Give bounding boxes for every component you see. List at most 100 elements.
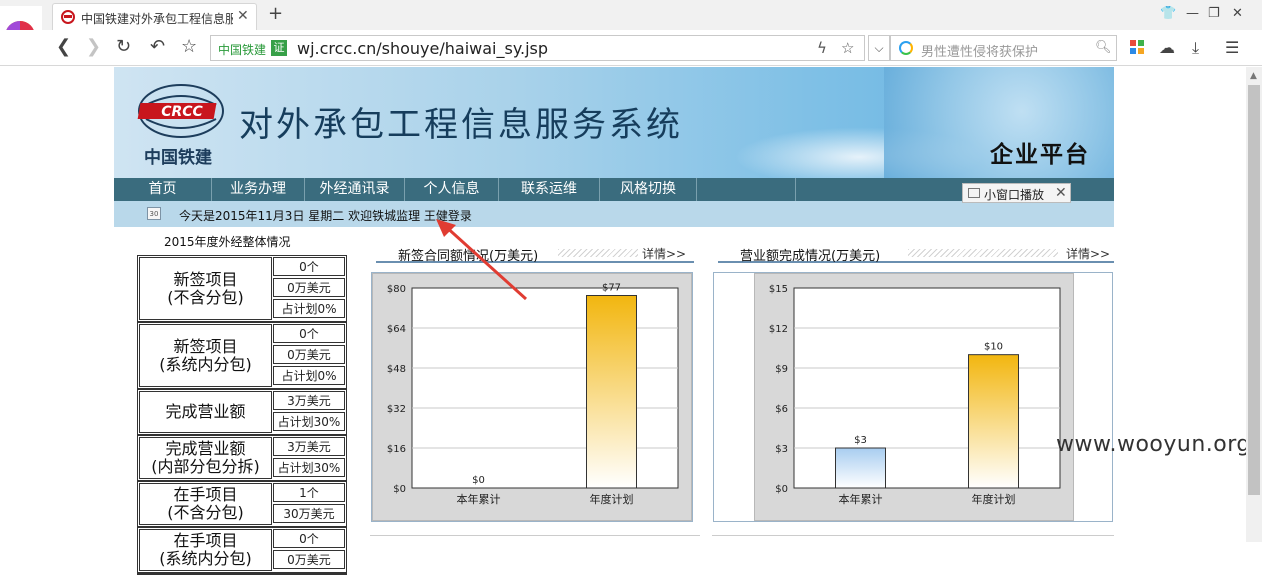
search-engine-icon[interactable] xyxy=(899,41,913,55)
summary-table: 新签项目 (不含分包) 0个 0万美元 占计划0% 新签项目 (系统内分包) 0个 0万美元… xyxy=(137,255,347,575)
menu-item-support[interactable]: 联系运维 xyxy=(499,178,600,201)
minimize-icon[interactable]: — xyxy=(1186,6,1199,21)
summary-group-name: 新签项目 (不含分包) xyxy=(139,257,272,320)
apps-grid-icon[interactable] xyxy=(1130,40,1144,54)
revenue-details-link[interactable]: 详情>> xyxy=(1066,245,1110,262)
bar xyxy=(586,295,637,489)
navigation-bar: ❮ ❯ ↻ ↶ ☆ 中国铁建 证 wj.crcc.cn/shouye/haiwa… xyxy=(0,30,1262,66)
page-scrollbar[interactable]: ▲ xyxy=(1246,67,1262,542)
summary-group: 在手项目 (不含分包) 1个 30万美元 xyxy=(138,482,346,528)
welcome-text: 今天是2015年11月3日 星期二 欢迎铁城监理 王健登录 xyxy=(179,209,472,223)
back-icon[interactable]: ❮ xyxy=(56,37,71,57)
crcc-favicon-icon xyxy=(61,10,75,24)
summary-value: 占计划0% xyxy=(273,299,345,318)
mini-player-popup[interactable]: 小窗口播放 ✕ xyxy=(962,183,1071,203)
y-tick-label: $9 xyxy=(775,364,788,375)
watermark-text: www.wooyun.org xyxy=(1056,432,1251,457)
address-dropdown-icon[interactable]: ⌵ xyxy=(868,35,890,61)
y-tick-label: $6 xyxy=(775,404,788,415)
url-text[interactable]: wj.crcc.cn/shouye/haiwai_sy.jsp xyxy=(297,39,548,58)
download-icon[interactable]: ⤓ xyxy=(1192,38,1199,58)
menu-item-empty xyxy=(697,178,796,201)
summary-value: 0万美元 xyxy=(273,550,345,569)
summary-group-name: 完成营业额 (内部分包分拆) xyxy=(139,437,272,479)
tab-close-icon[interactable]: ✕ xyxy=(237,8,249,24)
undo-close-icon[interactable]: ↶ xyxy=(150,37,165,57)
menu-item-directory[interactable]: 外经通讯录 xyxy=(305,178,405,201)
menu-item-personal[interactable]: 个人信息 xyxy=(405,178,499,201)
site-identity[interactable]: 中国铁建 xyxy=(218,41,266,58)
skin-icon[interactable]: 👕 xyxy=(1160,6,1176,21)
summary-group-name: 新签项目 (系统内分包) xyxy=(139,324,272,387)
bookmark-star-icon[interactable]: ☆ xyxy=(181,37,197,57)
summary-group: 新签项目 (系统内分包) 0个 0万美元 占计划0% xyxy=(138,323,346,390)
mini-player-label[interactable]: 小窗口播放 xyxy=(984,186,1044,203)
summary-group: 新签项目 (不含分包) 0个 0万美元占计划0% xyxy=(138,256,346,323)
y-tick-label: $48 xyxy=(387,364,406,375)
search-icon[interactable]: 🔍︎ xyxy=(1095,40,1112,55)
x-category-label: 本年累计 xyxy=(457,492,501,506)
header-stripes xyxy=(558,249,638,257)
y-tick-label: $16 xyxy=(387,444,406,455)
lightning-icon[interactable]: ϟ xyxy=(817,39,827,57)
bar-value-label: $10 xyxy=(984,342,1003,353)
summary-group-name: 完成营业额 xyxy=(139,391,272,433)
summary-value: 1个 xyxy=(273,483,345,502)
contract-details-link[interactable]: 详情>> xyxy=(642,245,686,262)
cloud-icon[interactable]: ☁ xyxy=(1159,38,1175,57)
contract-chart-frame: $0 $16 $32 $48 $64 $80 $0 本年累计 $77 年度计划 xyxy=(371,272,693,522)
bar xyxy=(968,354,1019,489)
plot-area xyxy=(411,287,679,489)
summary-title: 2015年度外经整体情况 xyxy=(164,235,291,249)
plot-area xyxy=(793,287,1061,489)
scroll-up-icon[interactable]: ▲ xyxy=(1250,71,1257,81)
menu-item-home[interactable]: 首页 xyxy=(114,178,212,201)
favorite-star-icon[interactable]: ☆ xyxy=(841,39,854,57)
y-tick-label: $12 xyxy=(769,324,788,335)
tab-title: 中国铁建对外承包工程信息服 xyxy=(81,12,233,26)
y-tick-label: $15 xyxy=(769,284,788,295)
new-tab-icon[interactable]: + xyxy=(268,3,283,24)
revenue-bar-chart: $0 $3 $6 $9 $12 $15 $3 本年累计 $10 年度计划 xyxy=(769,284,1061,506)
revenue-chart-frame: $0 $3 $6 $9 $12 $15 $3 本年累计 $10 年度计划 xyxy=(713,272,1113,522)
search-box[interactable]: 男性遭性侵将获保护 🔍︎ xyxy=(890,35,1117,61)
summary-group-name: 在手项目 (不含分包) xyxy=(139,483,272,525)
system-title: 对外承包工程信息服务系统 xyxy=(239,105,683,145)
summary-value: 3万美元 xyxy=(273,391,345,410)
summary-value: 30万美元 xyxy=(273,504,345,523)
search-placeholder[interactable]: 男性遭性侵将获保护 xyxy=(921,41,1038,60)
browser-tab[interactable]: 中国铁建对外承包工程信息服 ✕ xyxy=(52,3,257,30)
y-tick-label: $0 xyxy=(775,484,788,495)
crcc-logo-text: CRCC xyxy=(161,104,203,120)
menu-icon[interactable]: ☰ xyxy=(1225,38,1239,57)
address-bar[interactable]: 中国铁建 证 wj.crcc.cn/shouye/haiwai_sy.jsp ϟ… xyxy=(210,35,865,61)
menu-item-business[interactable]: 业务办理 xyxy=(212,178,305,201)
reload-icon[interactable]: ↻ xyxy=(116,37,131,57)
bar-value-label: $77 xyxy=(602,283,621,294)
popup-close-icon[interactable]: ✕ xyxy=(1055,185,1067,201)
close-window-icon[interactable]: ✕ xyxy=(1232,6,1243,21)
y-tick-label: $80 xyxy=(387,284,406,295)
certificate-icon[interactable]: 证 xyxy=(271,40,287,56)
revenue-panel-title: 营业额完成情况(万美元) xyxy=(740,249,881,264)
page-content: CRCC 中国铁建 对外承包工程信息服务系统 企业平台 首页 业务办理 外经通讯… xyxy=(0,67,1250,575)
summary-value: 0个 xyxy=(273,324,345,343)
scroll-thumb[interactable] xyxy=(1248,85,1260,495)
summary-value: 0个 xyxy=(273,257,345,276)
menu-item-style[interactable]: 风格切换 xyxy=(600,178,697,201)
y-tick-label: $0 xyxy=(393,484,406,495)
forward-icon[interactable]: ❯ xyxy=(86,37,101,57)
tab-bar: 中国铁建对外承包工程信息服 ✕ + 👕 — ❐ ✕ xyxy=(0,0,1262,30)
revenue-panel-header: 营业额完成情况(万美元) 详情>> xyxy=(718,241,1114,264)
company-name: 中国铁建 xyxy=(144,148,212,168)
summary-value: 0万美元 xyxy=(273,278,345,297)
bar-value-label: $0 xyxy=(472,475,485,486)
summary-group-name: 在手项目 (系统内分包) xyxy=(139,529,272,571)
welcome-bar: 30 今天是2015年11月3日 星期二 欢迎铁城监理 王健登录 xyxy=(114,201,1114,227)
x-category-label: 年度计划 xyxy=(590,492,634,506)
revenue-panel: 营业额完成情况(万美元) 详情>> $0 $3 $6 $9 $12 $15 $3 本年累计 $1… xyxy=(712,232,1114,542)
summary-value: 0万美元 xyxy=(273,345,345,364)
annotation-arrow-icon xyxy=(436,219,528,301)
restore-icon[interactable]: ❐ xyxy=(1208,6,1220,21)
y-tick-label: $32 xyxy=(387,404,406,415)
